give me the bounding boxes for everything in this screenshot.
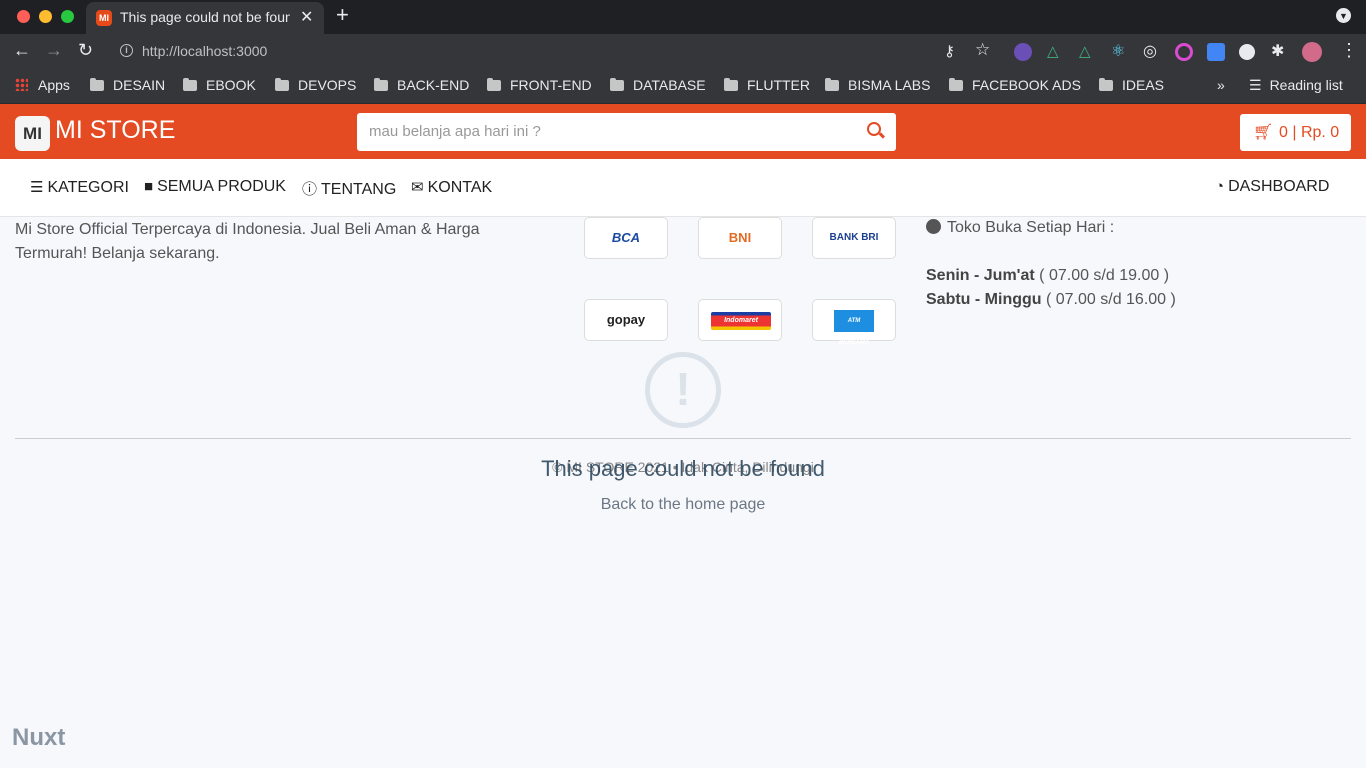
tab-title: This page could not be found <box>120 9 290 25</box>
folder-icon <box>610 78 624 91</box>
bookmark-folder[interactable]: DEVOPS <box>275 77 356 93</box>
profile-avatar[interactable] <box>1302 42 1322 62</box>
bookmark-folder[interactable]: EBOOK <box>183 77 256 93</box>
vue-devtools-icon[interactable]: △ <box>1079 42 1091 60</box>
error-exclamation-icon: ! <box>645 352 721 428</box>
bookmark-apps[interactable]: Apps <box>15 77 70 93</box>
bookmark-folder[interactable]: DESAIN <box>90 77 165 93</box>
shopping-bag-icon: ■ <box>144 178 154 195</box>
opening-hours-weekdays: Senin - Jum'at ( 07.00 s/d 19.00 ) <box>926 267 1170 284</box>
dashboard-gauge-icon: ◔ <box>1215 178 1225 195</box>
apps-grid-icon <box>15 78 28 91</box>
bookmark-folder[interactable]: DATABASE <box>610 77 706 93</box>
key-icon[interactable]: ⚷ <box>944 42 955 60</box>
opening-hours-weekend: Sabtu - Minggu ( 07.00 s/d 16.00 ) <box>926 291 1176 308</box>
reading-list-icon: ☰ <box>1249 77 1262 93</box>
bookmark-folder[interactable]: BACK-END <box>374 77 469 93</box>
tab-search-icon[interactable]: ▼ <box>1336 8 1351 23</box>
browser-toolbar: ← → ↻ i http://localhost:3000 ⚷ ☆ 18 △ △… <box>0 34 1366 97</box>
payment-atm-bersama-logo: ATM BERSAMA <box>812 299 896 346</box>
nav-kategori[interactable]: ☰ KATEGORI <box>30 178 129 197</box>
site-info-icon[interactable]: i <box>120 44 133 57</box>
payment-indomaret-logo: Indomaret <box>698 299 782 341</box>
tab-close-icon[interactable]: ✕ <box>300 7 313 27</box>
atm-bersama-label: ATM BERSAMA <box>834 310 874 346</box>
address-bar[interactable]: i http://localhost:3000 <box>110 37 1008 67</box>
search-input[interactable]: mau belanja apa hari ini ? <box>357 113 896 151</box>
folder-icon <box>949 78 963 91</box>
nuxt-logo[interactable]: Nuxt <box>12 724 65 752</box>
browser-menu-icon[interactable]: ⋮ <box>1340 40 1358 61</box>
info-circle-icon: ⓘ <box>302 181 318 198</box>
target-extension-icon[interactable]: ◎ <box>1143 41 1157 61</box>
folder-icon <box>825 78 839 91</box>
folder-icon <box>275 78 289 91</box>
browser-tab[interactable]: MI This page could not be found ✕ <box>86 2 324 34</box>
reading-list-button[interactable]: ☰ Reading list <box>1249 77 1343 94</box>
brand-name[interactable]: MI STORE <box>55 116 175 145</box>
bookmarks-bar: Apps DESAIN EBOOK DEVOPS BACK-END FRONT-… <box>0 70 1366 104</box>
extension-icon[interactable] <box>1014 43 1032 61</box>
folder-icon <box>724 78 738 91</box>
google-translate-icon[interactable] <box>1207 43 1225 61</box>
nav-kontak[interactable]: ✉ KONTAK <box>411 178 492 197</box>
indomaret-label: Indomaret <box>711 312 771 330</box>
reload-button[interactable]: ↻ <box>78 40 93 61</box>
clock-icon <box>926 219 941 234</box>
puzzle-extensions-icon[interactable]: ✱ <box>1271 41 1284 61</box>
comments-icon: ✉ <box>411 179 424 196</box>
tab-favicon-icon: MI <box>96 10 112 26</box>
nav-tentang[interactable]: ⓘ TENTANG <box>302 178 396 199</box>
payment-gopay-logo: gopay <box>584 299 668 341</box>
mi-logo-icon[interactable]: MI <box>15 116 50 151</box>
color-picker-icon[interactable] <box>1175 43 1193 61</box>
tab-strip: MI This page could not be found ✕ + ▼ <box>0 0 1366 34</box>
main-nav: ☰ KATEGORI ■ SEMUA PRODUK ⓘ TENTANG ✉ KONTAK… <box>0 159 1366 217</box>
nav-dashboard[interactable]: ◔ DASHBOARD <box>1215 178 1329 196</box>
address-url: http://localhost:3000 <box>142 43 268 59</box>
opening-hours-title: Toko Buka Setiap Hari : <box>926 219 1114 237</box>
bookmark-folder[interactable]: IDEAS <box>1099 77 1164 93</box>
bookmark-star-icon[interactable]: ☆ <box>975 40 990 60</box>
folder-icon <box>374 78 388 91</box>
bookmarks-overflow-button[interactable]: » <box>1217 77 1225 93</box>
forward-button[interactable]: → <box>45 40 63 61</box>
bookmark-folder[interactable]: FRONT-END <box>487 77 592 93</box>
footer-divider <box>15 438 1351 439</box>
minimize-window-button[interactable] <box>39 10 52 23</box>
site-header: MI MI STORE mau belanja apa hari ini ? 🛒… <box>0 104 1366 159</box>
folder-icon <box>90 78 104 91</box>
bookmark-folder[interactable]: FLUTTER <box>724 77 810 93</box>
payment-bni-logo: BNI <box>698 217 782 259</box>
back-home-link[interactable]: Back to the home page <box>0 496 1366 514</box>
error-title: This page could not be found <box>541 456 825 481</box>
list-icon: ☰ <box>30 179 44 196</box>
bookmark-folder[interactable]: BISMA LABS <box>825 77 930 93</box>
nav-semua-produk[interactable]: ■ SEMUA PRODUK <box>144 178 286 196</box>
maximize-window-button[interactable] <box>61 10 74 23</box>
cart-icon: 🛒︎ <box>1253 124 1274 141</box>
folder-icon <box>183 78 197 91</box>
back-button[interactable]: ← <box>13 40 31 61</box>
payment-bri-logo: BANK BRI <box>812 217 896 259</box>
cart-button[interactable]: 🛒︎ 0 | Rp. 0 <box>1240 114 1351 151</box>
folder-icon <box>1099 78 1113 91</box>
payment-bca-logo: BCA <box>584 217 668 259</box>
bookmark-folder[interactable]: FACEBOOK ADS <box>949 77 1081 93</box>
new-tab-button[interactable]: + <box>336 2 349 28</box>
store-description: Mi Store Official Terpercaya di Indonesi… <box>15 221 480 262</box>
search-placeholder: mau belanja apa hari ini ? <box>369 123 541 140</box>
folder-icon <box>487 78 501 91</box>
nuxt-devtools-icon[interactable]: △ <box>1047 42 1059 60</box>
extension-circle-icon[interactable] <box>1239 44 1255 60</box>
react-devtools-icon[interactable]: ⚛ <box>1111 41 1125 61</box>
search-icon[interactable] <box>867 122 881 136</box>
cart-summary: 0 | Rp. 0 <box>1279 124 1340 141</box>
close-window-button[interactable] <box>17 10 30 23</box>
